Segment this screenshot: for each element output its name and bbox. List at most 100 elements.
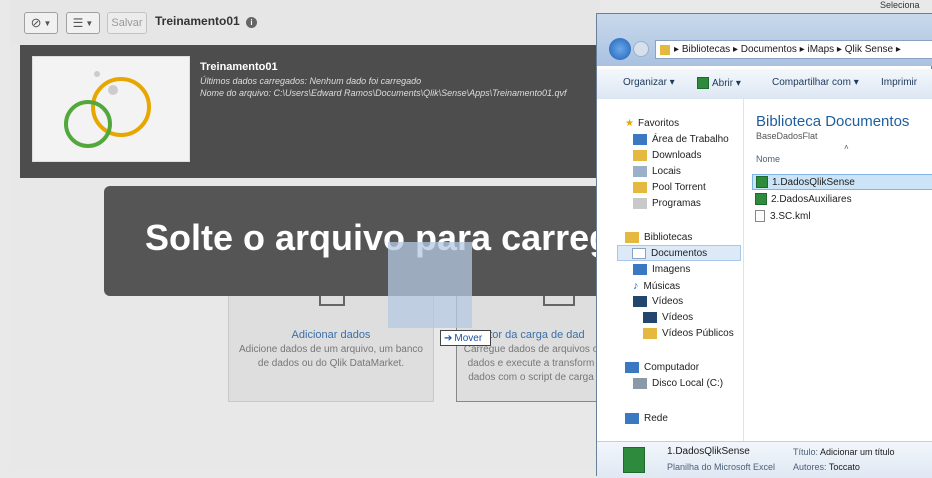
- add-data-title: Adicionar dados: [291, 329, 371, 341]
- excel-file-icon: [756, 176, 768, 188]
- sort-arrow-icon: ˄: [844, 143, 849, 152]
- nav-network[interactable]: Rede: [625, 413, 668, 424]
- nav-documents[interactable]: Documentos: [617, 245, 741, 261]
- nav-label: Locais: [652, 166, 681, 177]
- nav-label: Vídeos Públicos: [662, 328, 734, 339]
- qlik-logo-icon: [64, 71, 151, 148]
- forward-button[interactable]: [633, 41, 649, 57]
- drop-file-message: Solte o arquivo para carreg: [145, 217, 612, 258]
- file-name: 1.DadosQlikSense: [772, 176, 855, 188]
- command-bar: Organizar ▾ Abrir ▾ Compartilhar com ▾ I…: [597, 69, 932, 100]
- nav-label: Vídeos: [652, 296, 684, 307]
- compass-icon: ⊘: [30, 15, 42, 30]
- details-file-type: Planilha do Microsoft Excel: [667, 462, 776, 472]
- file-name: 2.DadosAuxiliares: [771, 193, 852, 205]
- nav-label: Área de Trabalho: [652, 134, 729, 145]
- list-icon: ☰: [72, 16, 84, 30]
- excel-large-icon: [623, 447, 645, 473]
- file-name-text: Nome do arquivo: C:\Users\Edward Ramos\D…: [200, 88, 567, 98]
- nav-pool-torrent[interactable]: Pool Torrent: [633, 182, 706, 193]
- app-title: Treinamento01 i: [155, 14, 258, 28]
- file-list-pane: Biblioteca Documentos BaseDadosFlat ˄ No…: [744, 99, 932, 441]
- save-button[interactable]: Salvar: [107, 12, 147, 34]
- back-button[interactable]: [609, 38, 631, 60]
- share-button[interactable]: Compartilhar com ▾: [772, 77, 859, 88]
- file-item[interactable]: 2.DadosAuxiliares: [755, 193, 852, 205]
- breadcrumb-qlik-sense[interactable]: Qlik Sense: [845, 44, 893, 55]
- info-icon[interactable]: i: [246, 17, 258, 28]
- open-button[interactable]: Abrir ▾: [697, 77, 741, 89]
- open-label: Abrir ▾: [712, 77, 741, 89]
- organize-button[interactable]: Organizar ▾: [623, 77, 675, 88]
- network-icon: [625, 413, 639, 424]
- file-icon: [755, 210, 765, 222]
- breadcrumb-imaps[interactable]: iMaps: [807, 44, 834, 55]
- details-title-label: Título:: [793, 447, 819, 457]
- nav-label: Bibliotecas: [644, 232, 693, 243]
- videos-icon: [633, 296, 647, 307]
- desktop-icon: [633, 134, 647, 145]
- folder-icon: [633, 182, 647, 193]
- nav-label: Vídeos: [662, 312, 694, 323]
- add-data-description: Adicione dados de um arquivo, um banco d…: [238, 344, 423, 369]
- nav-libraries[interactable]: Bibliotecas: [625, 232, 692, 243]
- breadcrumb-separator: ▸: [674, 44, 682, 55]
- nav-label: Programas: [652, 198, 701, 209]
- details-title-row[interactable]: Título: Adicionar um título: [793, 447, 895, 457]
- nav-favorites[interactable]: ★ Favoritos: [625, 118, 679, 129]
- nav-downloads[interactable]: Downloads: [633, 150, 701, 161]
- breadcrumb-bibliotecas[interactable]: Bibliotecas: [682, 44, 730, 55]
- list-menu-button[interactable]: ☰ ▼: [66, 12, 100, 34]
- breadcrumb-separator: ▸: [730, 44, 741, 55]
- images-icon: [633, 264, 647, 275]
- file-item[interactable]: 3.SC.kml: [755, 210, 811, 222]
- nav-desktop[interactable]: Área de Trabalho: [633, 134, 729, 145]
- drag-preview: [388, 242, 472, 328]
- last-loaded-text: Últimos dados carregados: Nenhum dado fo…: [200, 76, 422, 86]
- nav-images[interactable]: Imagens: [633, 264, 690, 275]
- details-authors-row[interactable]: Autores: Toccato: [793, 462, 860, 472]
- programs-icon: [633, 198, 647, 209]
- breadcrumb-separator: ▸: [796, 44, 808, 55]
- details-title-value: Adicionar um título: [820, 447, 895, 457]
- address-bar-area: ▸ Bibliotecas ▸ Documentos ▸ iMaps ▸ Qli…: [597, 14, 932, 66]
- print-button[interactable]: Imprimir: [881, 77, 917, 88]
- app-thumbnail: [32, 56, 190, 162]
- column-header-name[interactable]: Nome: [756, 154, 780, 164]
- nav-recent-places[interactable]: Locais: [633, 166, 681, 177]
- nav-videos-sub[interactable]: Vídeos: [643, 312, 693, 323]
- navigation-pane: ★ Favoritos Área de Trabalho Downloads Lo…: [597, 99, 744, 441]
- nav-label: Pool Torrent: [652, 182, 706, 193]
- disk-icon: [633, 378, 647, 389]
- folder-icon: [660, 44, 670, 55]
- address-breadcrumb[interactable]: ▸ Bibliotecas ▸ Documentos ▸ iMaps ▸ Qli…: [655, 40, 932, 59]
- videos-icon: [643, 312, 657, 323]
- details-file-name: 1.DadosQlikSense: [667, 446, 750, 457]
- nav-videos[interactable]: Vídeos: [633, 296, 683, 307]
- breadcrumb-documentos[interactable]: Documentos: [741, 44, 797, 55]
- nav-label: Favoritos: [637, 118, 680, 129]
- breadcrumb-separator: ▸: [834, 44, 845, 55]
- drag-move-label: Mover: [454, 332, 483, 344]
- app-title-text: Treinamento01: [155, 14, 240, 28]
- file-item[interactable]: 1.DadosQlikSense: [752, 174, 932, 190]
- nav-label: Imagens: [652, 264, 691, 275]
- folder-icon: [643, 328, 657, 339]
- details-authors-value: Toccato: [828, 462, 860, 472]
- nav-local-disk[interactable]: Disco Local (C:): [633, 378, 723, 389]
- nav-programs[interactable]: Programas: [633, 198, 701, 209]
- navigation-menu-button[interactable]: ⊘ ▼: [24, 12, 58, 34]
- nav-computer[interactable]: Computador: [625, 362, 699, 373]
- breadcrumb-separator: ▸: [893, 44, 901, 55]
- background-selection-text: Seleciona: [880, 0, 920, 10]
- downloads-folder-icon: [633, 150, 647, 161]
- places-icon: [633, 166, 647, 177]
- excel-file-icon: [755, 193, 767, 205]
- library-icon: [625, 232, 639, 243]
- nav-public-videos[interactable]: Vídeos Públicos: [643, 328, 734, 339]
- excel-icon: [697, 77, 709, 89]
- library-subtitle: BaseDadosFlat: [756, 131, 818, 141]
- details-authors-label: Autores:: [793, 462, 827, 472]
- nav-music[interactable]: ♪ Músicas: [633, 280, 680, 292]
- computer-icon: [625, 362, 639, 373]
